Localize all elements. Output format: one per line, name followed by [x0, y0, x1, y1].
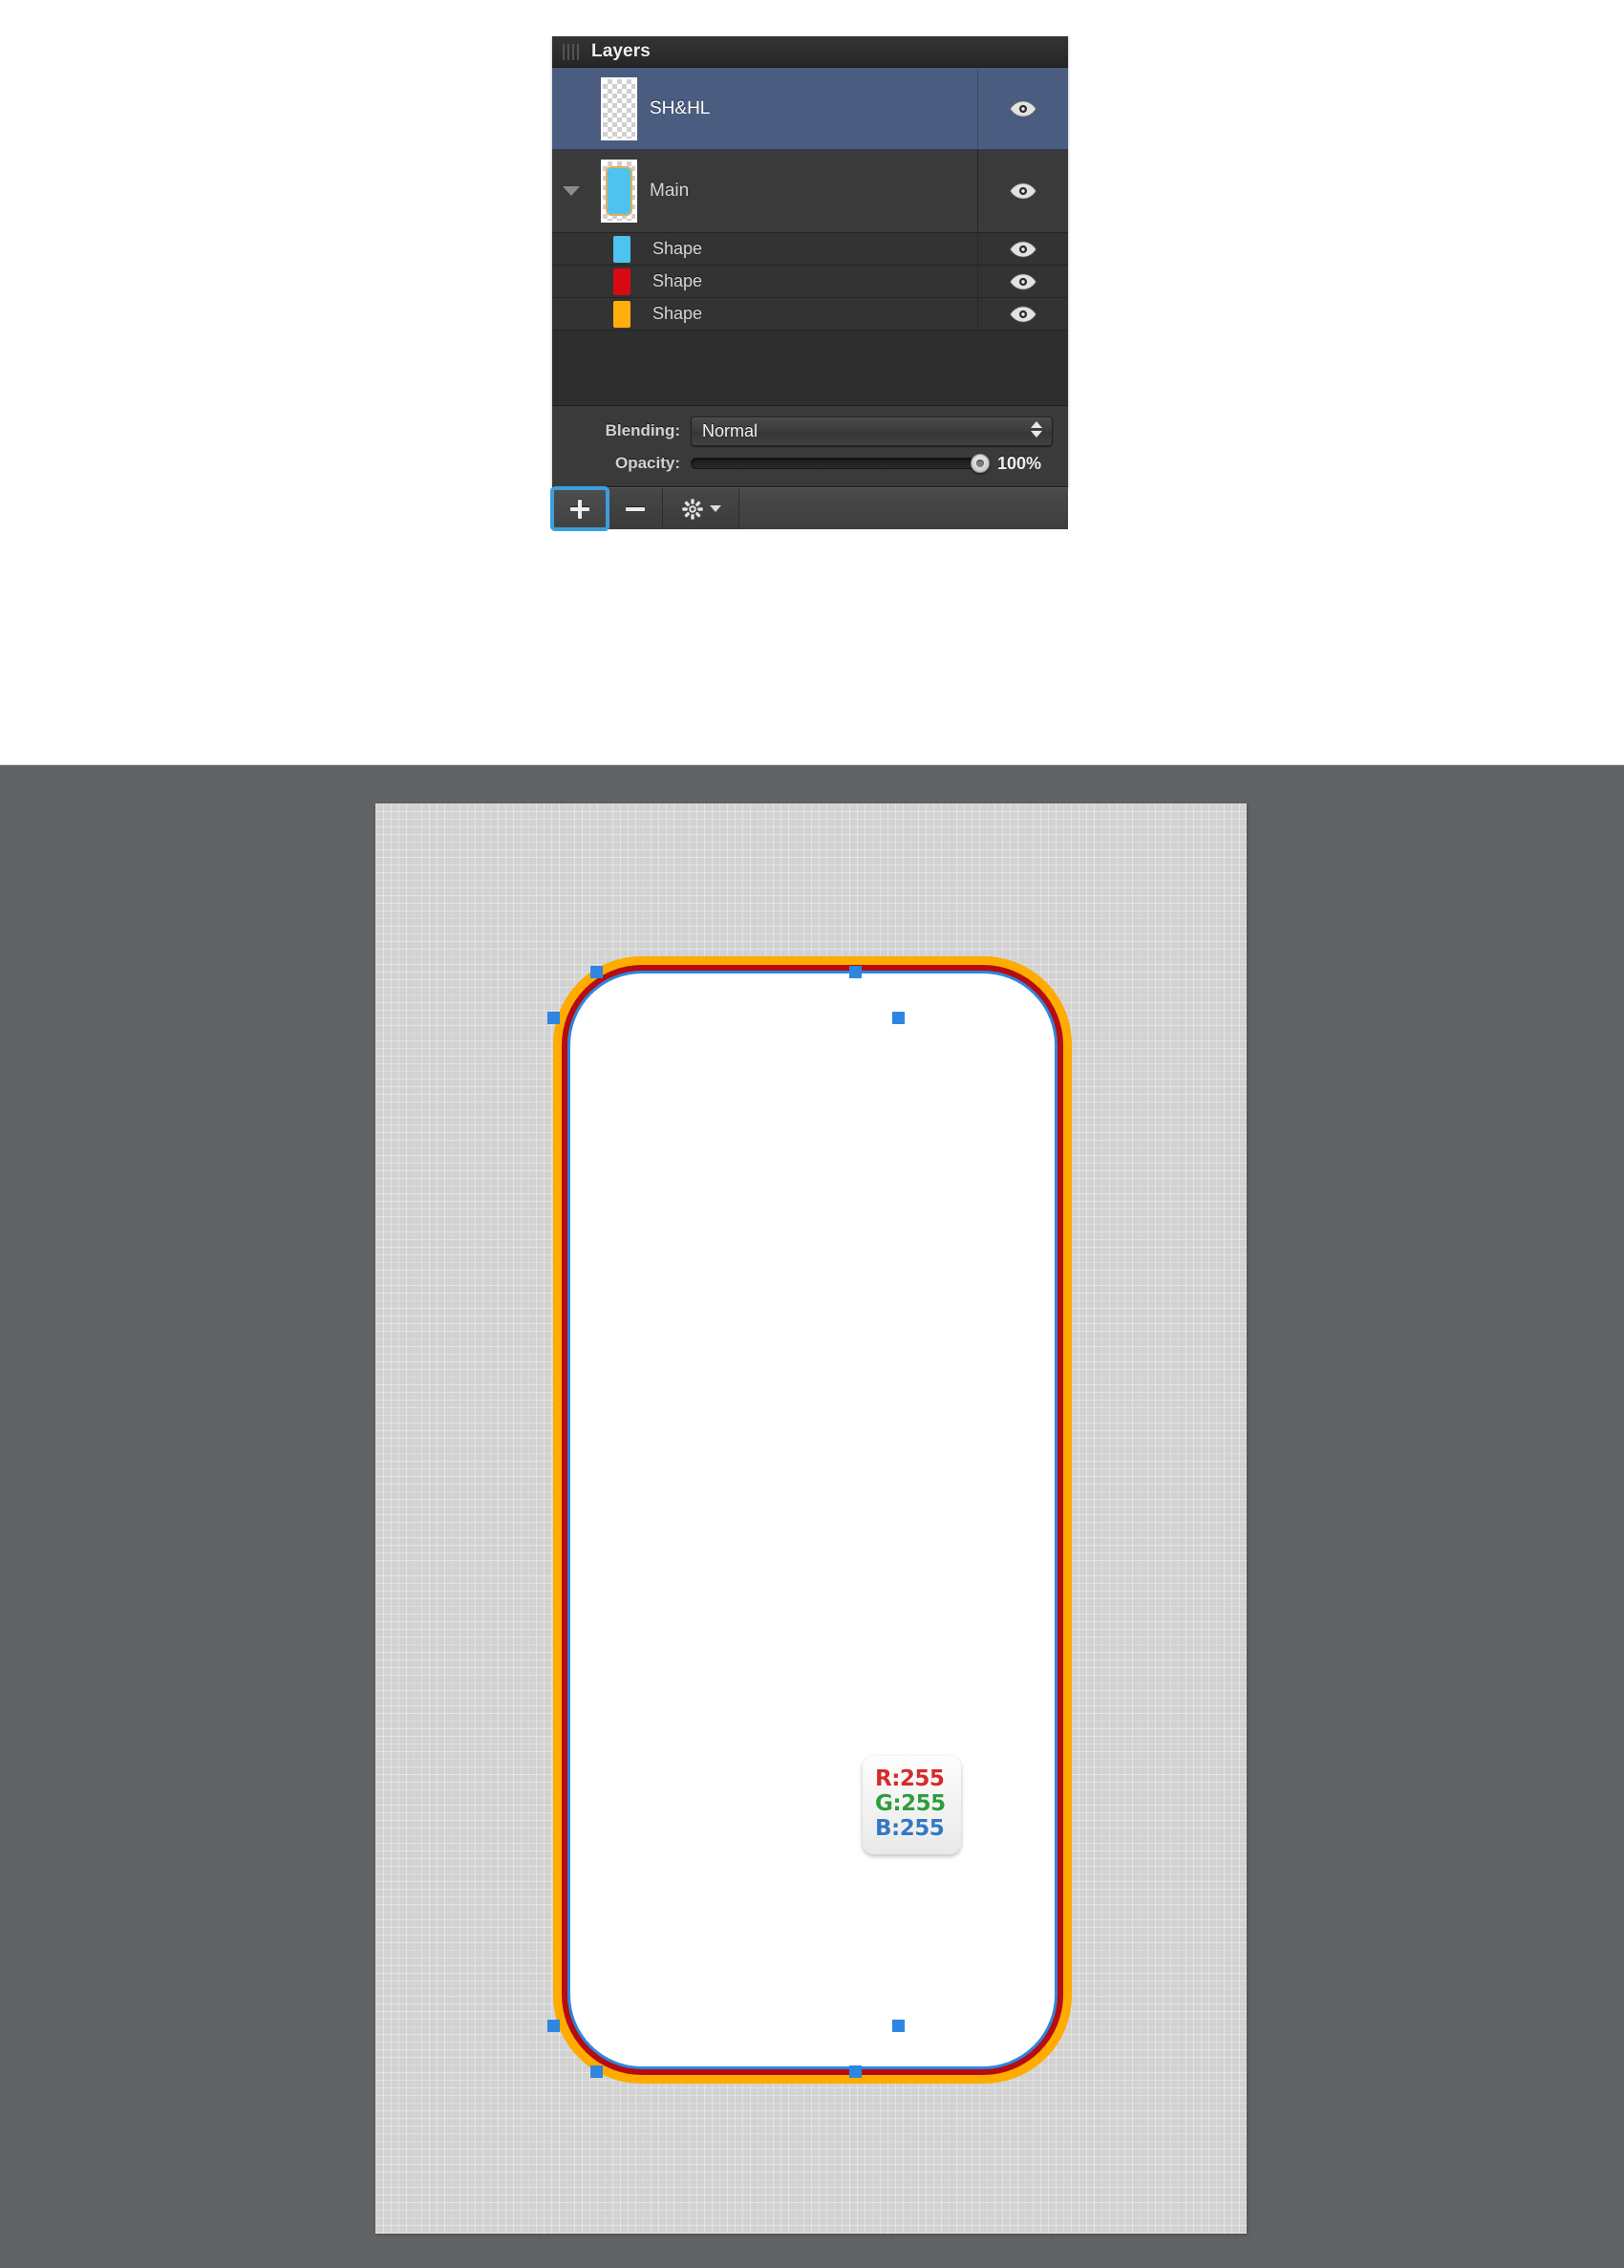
eye-icon: [1010, 100, 1036, 117]
opacity-row: Opacity: 100%: [552, 447, 1068, 480]
caret-down-icon: [709, 505, 721, 512]
layer-visibility-toggle[interactable]: [977, 233, 1068, 265]
layer-row[interactable]: Main: [552, 150, 1068, 233]
layer-thumbnail: [552, 267, 651, 295]
artboard[interactable]: R:255 G:255 B:255: [375, 803, 1247, 2234]
triangle-down-icon: [563, 186, 580, 196]
rgb-green-value: G:255: [875, 1791, 946, 1816]
panel-title: Layers: [591, 41, 651, 61]
rgb-blue-value: B:255: [875, 1816, 945, 1841]
gear-icon: [681, 498, 703, 520]
eye-icon: [1010, 241, 1036, 257]
layers-panel-header[interactable]: Layers: [552, 36, 1068, 68]
layer-properties: Blending: Normal Opacity: 100%: [552, 406, 1068, 487]
layer-name: Main: [650, 181, 690, 201]
layers-toolbar: [550, 486, 1068, 531]
opacity-value: 100%: [997, 453, 1042, 473]
layer-name: Shape: [652, 239, 703, 258]
layers-list-empty-area[interactable]: [552, 331, 1068, 405]
eye-icon: [1010, 273, 1036, 289]
opacity-slider-knob[interactable]: [971, 454, 990, 473]
layer-visibility-toggle[interactable]: [977, 68, 1068, 149]
rounded-rectangle-shape[interactable]: [547, 956, 1072, 2084]
stepper-updown-icon[interactable]: [1031, 420, 1042, 438]
layer-name: SH&HL: [650, 97, 711, 118]
app-root: Layers SH&HL Main Shape Shape Shape Blen…: [0, 0, 1624, 2268]
add-layer-button[interactable]: [550, 486, 609, 531]
selection-handle[interactable]: [547, 2020, 560, 2032]
layer-thumbnail: [590, 76, 648, 140]
selection-handle[interactable]: [547, 1012, 560, 1024]
toolbar-filler: [739, 488, 1068, 529]
canvas-window[interactable]: R:255 G:255 B:255: [0, 764, 1624, 2268]
minus-icon: [625, 500, 645, 519]
blending-mode-value: Normal: [702, 420, 759, 440]
opacity-label: Opacity:: [614, 454, 680, 472]
layer-settings-menu-button[interactable]: [663, 488, 739, 529]
drag-grip-icon[interactable]: [561, 43, 579, 60]
layer-visibility-toggle[interactable]: [977, 298, 1068, 330]
inner-blue-path: [567, 971, 1058, 2069]
layers-panel: Layers SH&HL Main Shape Shape Shape Blen…: [550, 36, 1068, 531]
opacity-slider[interactable]: [691, 454, 990, 473]
selection-handle[interactable]: [892, 2020, 905, 2032]
eye-icon: [1010, 182, 1036, 200]
selection-handle[interactable]: [590, 966, 603, 978]
plus-icon: [569, 499, 589, 519]
layer-thumbnail: [590, 160, 648, 223]
opacity-slider-track[interactable]: [691, 454, 990, 473]
selection-handle[interactable]: [849, 966, 862, 978]
layer-name: Shape: [652, 271, 703, 290]
selection-handle[interactable]: [849, 2065, 862, 2078]
layer-row[interactable]: SH&HL: [552, 68, 1068, 150]
eye-icon: [1010, 306, 1036, 322]
remove-layer-button[interactable]: [608, 488, 663, 529]
blending-mode-select[interactable]: Normal: [691, 416, 1053, 446]
layer-visibility-toggle[interactable]: [977, 266, 1068, 297]
layer-row[interactable]: Shape: [552, 233, 1068, 266]
layer-row[interactable]: Shape: [552, 298, 1068, 331]
layer-name: Shape: [652, 304, 703, 323]
layer-thumbnail: [552, 235, 651, 263]
color-readout-badge: R:255 G:255 B:255: [863, 1756, 961, 1854]
selection-handle[interactable]: [590, 2065, 603, 2078]
layer-visibility-toggle[interactable]: [977, 150, 1068, 232]
rgb-red-value: R:255: [875, 1766, 945, 1791]
layer-row[interactable]: Shape: [552, 266, 1068, 298]
layer-thumbnail: [552, 300, 651, 328]
blending-row: Blending: Normal: [552, 415, 1068, 447]
blending-label: Blending:: [605, 421, 680, 439]
selection-handle[interactable]: [892, 1012, 905, 1024]
layer-disclosure-toggle[interactable]: [552, 186, 590, 196]
layers-list[interactable]: SH&HL Main Shape Shape Shape: [552, 68, 1068, 406]
